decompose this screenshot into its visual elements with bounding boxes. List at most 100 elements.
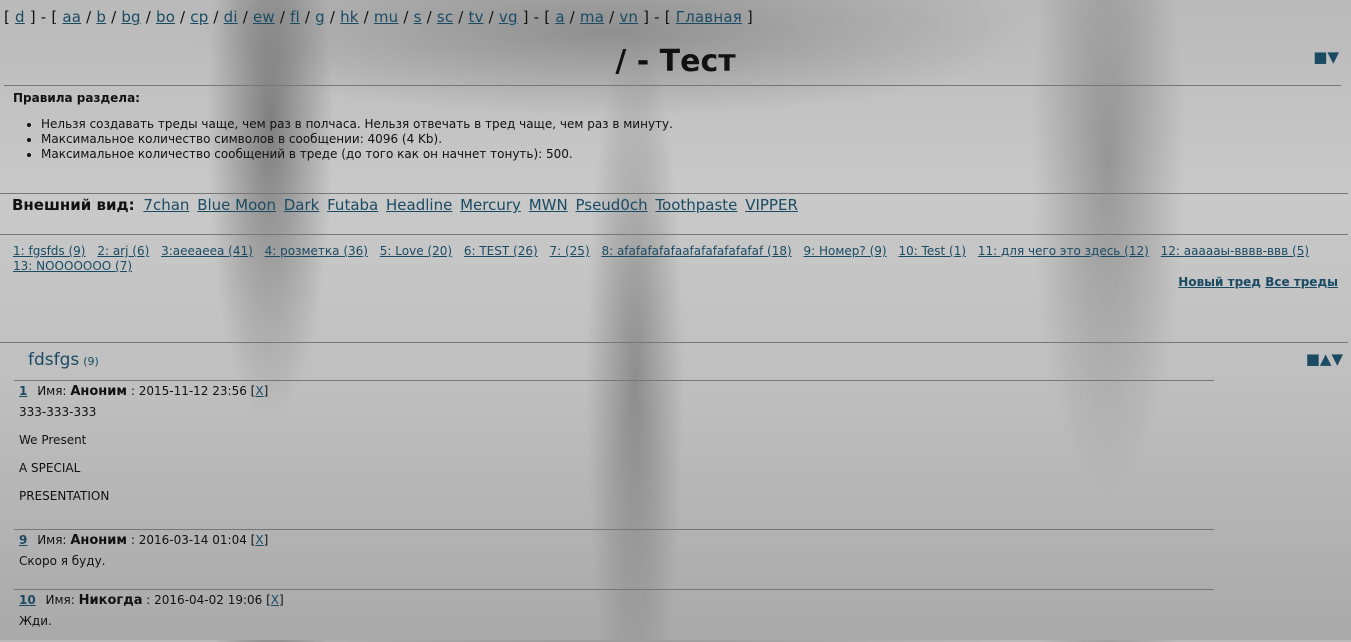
nav-slash: / bbox=[237, 8, 253, 26]
poster-name: Аноним bbox=[70, 384, 128, 399]
divider bbox=[4, 85, 1341, 86]
post-number[interactable]: 9 bbox=[19, 533, 27, 547]
board-link[interactable]: di bbox=[224, 8, 238, 26]
thread-link[interactable]: 3:aeeaeea (41) bbox=[161, 244, 253, 258]
style-link-mercury[interactable]: Mercury bbox=[460, 196, 521, 214]
style-link-mwn[interactable]: MWN bbox=[529, 196, 568, 214]
nav-bracket: [ bbox=[544, 8, 556, 26]
board-title: / - Тест bbox=[615, 44, 736, 79]
name-label: Имя: bbox=[37, 533, 67, 547]
thread-link[interactable]: 11: для чего это здесь (12) bbox=[978, 244, 1149, 258]
nav-slash: / bbox=[421, 8, 437, 26]
board-link[interactable]: s bbox=[414, 8, 422, 26]
delete-post-link[interactable]: X bbox=[255, 533, 263, 547]
nav-bracket: ] bbox=[741, 8, 753, 26]
nav-slash: / bbox=[564, 8, 580, 26]
thread-link[interactable]: 5: Love (20) bbox=[380, 244, 452, 258]
thread-link[interactable]: 10: Test (1) bbox=[898, 244, 966, 258]
board-link[interactable]: aa bbox=[62, 8, 81, 26]
post-number[interactable]: 10 bbox=[19, 593, 36, 607]
nav-slash: / bbox=[453, 8, 469, 26]
nav-group-separator: - bbox=[649, 8, 665, 26]
nav-slash: / bbox=[604, 8, 620, 26]
delete-post-link[interactable]: X bbox=[271, 593, 279, 607]
thread-link[interactable]: 9: Номер? (9) bbox=[804, 244, 887, 258]
style-link-7chan[interactable]: 7chan bbox=[143, 196, 189, 214]
thread-title-text[interactable]: fdsfgs bbox=[28, 350, 79, 370]
name-label: Имя: bbox=[37, 384, 67, 398]
nav-group-separator: - bbox=[35, 8, 52, 26]
board-link[interactable]: hk bbox=[340, 8, 359, 26]
poster-name: Аноним bbox=[70, 533, 128, 548]
new-thread-link[interactable]: Новый тред bbox=[1178, 275, 1261, 289]
style-link-headline[interactable]: Headline bbox=[386, 196, 452, 214]
thread-link[interactable]: 8: afafafafafaafafafafafafaf (18) bbox=[601, 244, 791, 258]
poster-name: Никогда bbox=[78, 593, 143, 608]
nav-slash: / bbox=[106, 8, 122, 26]
divider bbox=[0, 342, 1348, 343]
delete-post-link[interactable]: X bbox=[255, 384, 263, 398]
board-link[interactable]: bg bbox=[121, 8, 140, 26]
board-link[interactable]: tv bbox=[469, 8, 484, 26]
nav-bracket: [ bbox=[51, 8, 63, 26]
post-header: 9 Имя: Аноним : 2016-03-14 01:04 [X] bbox=[19, 533, 269, 548]
rule-item: Максимальное количество сообщений в тред… bbox=[41, 147, 673, 162]
nav-bracket: ] bbox=[638, 8, 650, 26]
nav-group-separator: - bbox=[528, 8, 545, 26]
board-link[interactable]: d bbox=[15, 8, 25, 26]
thread-link[interactable]: 6: TEST (26) bbox=[464, 244, 538, 258]
board-link[interactable]: bo bbox=[156, 8, 175, 26]
thread-link[interactable]: 1: fgsfds (9) bbox=[13, 244, 86, 258]
page-nav-arrows[interactable]: ■▼ bbox=[1313, 48, 1339, 66]
board-link[interactable]: vg bbox=[499, 8, 518, 26]
post-body: Жди. bbox=[19, 614, 52, 642]
board-link[interactable]: mu bbox=[374, 8, 399, 26]
rule-item: Нельзя создавать треды чаще, чем раз в п… bbox=[41, 117, 673, 132]
thread-title[interactable]: fdsfgs (9) bbox=[28, 350, 99, 370]
nav-slash: / bbox=[274, 8, 291, 26]
nav-slash: / bbox=[81, 8, 97, 26]
thread-link[interactable]: 7: (25) bbox=[550, 244, 590, 258]
rule-item: Максимальное количество символов в сообщ… bbox=[41, 132, 673, 147]
board-link[interactable]: fl bbox=[290, 8, 300, 26]
nav-bracket: ] bbox=[24, 8, 36, 26]
post-line: Жди. bbox=[19, 614, 52, 628]
thread-link[interactable]: 2: arj (6) bbox=[97, 244, 149, 258]
style-link-pseud0ch[interactable]: Pseud0ch bbox=[575, 196, 647, 214]
nav-slash: / bbox=[140, 8, 156, 26]
post-line: We Present bbox=[19, 433, 87, 447]
thread-link[interactable]: 4: розметка (36) bbox=[265, 244, 368, 258]
nav-slash: / bbox=[358, 8, 374, 26]
thread-link[interactable]: 12: aaaaaы-вввв-ввв (5) bbox=[1161, 244, 1309, 258]
nav-bracket: ] bbox=[517, 8, 529, 26]
style-label: Внешний вид: bbox=[12, 196, 135, 214]
post-line: A SPECIAL bbox=[19, 461, 81, 475]
nav-bracket: [ bbox=[4, 8, 16, 26]
style-link-blue-moon[interactable]: Blue Moon bbox=[197, 196, 276, 214]
board-link[interactable]: b bbox=[96, 8, 106, 26]
post-date: : 2016-04-02 19:06 bbox=[146, 593, 263, 607]
board-link[interactable]: ma bbox=[580, 8, 604, 26]
nav-slash: / bbox=[175, 8, 191, 26]
board-link[interactable]: sc bbox=[437, 8, 453, 26]
post-body: 333-333-333 We Present A SPECIAL PRESENT… bbox=[19, 405, 109, 517]
post-number[interactable]: 1 bbox=[19, 384, 27, 398]
thread-nav-arrows[interactable]: ■▲▼ bbox=[1306, 350, 1343, 368]
style-link-futaba[interactable]: Futaba bbox=[327, 196, 378, 214]
style-link-dark[interactable]: Dark bbox=[284, 196, 320, 214]
board-link[interactable]: vn bbox=[619, 8, 638, 26]
post-date: : 2015-11-12 23:56 bbox=[130, 384, 247, 398]
board-link[interactable]: cp bbox=[190, 8, 208, 26]
board-link[interactable]: a bbox=[555, 8, 564, 26]
board-navigation: [ d ] - [ aa / b / bg / bo / cp / di / e… bbox=[4, 8, 753, 26]
post-line: PRESENTATION bbox=[19, 489, 110, 503]
divider bbox=[14, 380, 1214, 381]
board-link[interactable]: ew bbox=[253, 8, 275, 26]
board-link[interactable]: g bbox=[315, 8, 325, 26]
style-link-vipper[interactable]: VIPPER bbox=[745, 196, 798, 214]
board-link[interactable]: Главная bbox=[676, 8, 742, 26]
style-link-toothpaste[interactable]: Toothpaste bbox=[655, 196, 737, 214]
thread-link[interactable]: 13: NOOOOOOO (7) bbox=[13, 259, 132, 273]
all-threads-link[interactable]: Все треды bbox=[1265, 275, 1338, 289]
nav-slash: / bbox=[398, 8, 414, 26]
